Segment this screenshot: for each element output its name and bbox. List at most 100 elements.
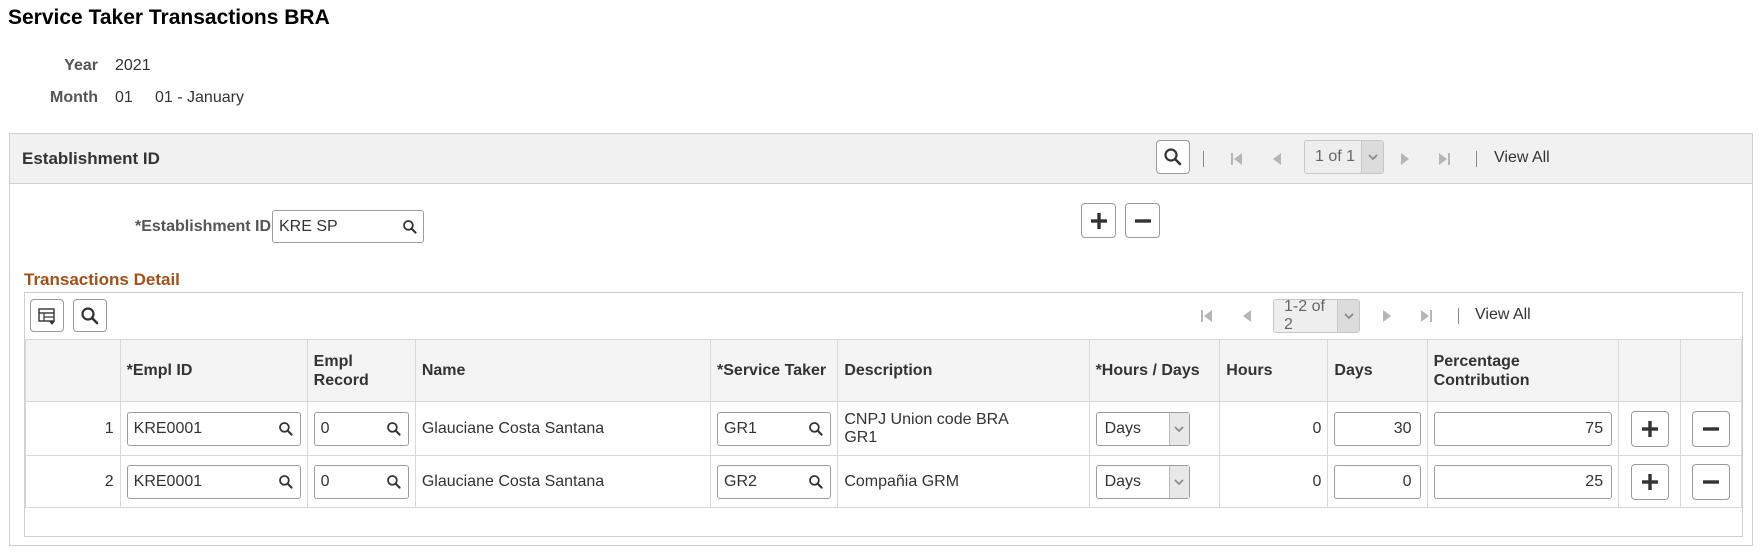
page-title: Service Taker Transactions BRA [8, 6, 330, 29]
row-number: 1 [25, 401, 121, 456]
month-label: Month [50, 89, 98, 106]
next-page-icon[interactable] [1394, 149, 1414, 169]
days-input[interactable] [1335, 412, 1420, 445]
separator [1203, 151, 1204, 167]
first-page-icon[interactable] [1197, 306, 1217, 326]
add-row-button[interactable] [1630, 463, 1669, 500]
grid-toolbar: 1-2 of 2 View All [25, 293, 1742, 339]
hours-days-select[interactable]: Days [1095, 464, 1190, 499]
add-row-button[interactable] [1630, 410, 1669, 447]
establishment-view-all-link[interactable]: View All [1494, 149, 1550, 167]
description-line-1: Compañia GRM [844, 472, 960, 490]
establishment-pager-select[interactable]: 1 of 1 [1304, 140, 1384, 174]
hours-days-value: Days [1104, 419, 1142, 437]
pager-text: 1-2 of 2 [1284, 298, 1325, 333]
description-cell: Compañia GRM [837, 455, 1090, 508]
chevron-down-icon [1337, 300, 1359, 332]
personalize-grid-button[interactable] [30, 299, 64, 332]
column-header-days[interactable]: Days [1327, 339, 1428, 402]
column-header-row-number [25, 339, 121, 402]
search-icon[interactable] [802, 421, 830, 437]
column-header-name[interactable]: Name [414, 339, 712, 402]
plus-icon [1640, 472, 1660, 492]
column-header-service-taker[interactable]: *Service Taker [710, 339, 839, 402]
chevron-down-icon [1168, 412, 1189, 445]
percentage-field[interactable] [1433, 411, 1613, 446]
empl-id-field[interactable] [126, 411, 301, 446]
chevron-down-icon [1361, 141, 1383, 173]
previous-page-icon[interactable] [1268, 149, 1288, 169]
search-icon[interactable] [272, 474, 300, 490]
hours-value: 0 [1219, 401, 1329, 456]
search-icon[interactable] [380, 421, 408, 437]
empl-id-field[interactable] [126, 464, 301, 499]
description-line-2: GR1 [844, 428, 878, 446]
search-icon[interactable] [272, 421, 300, 437]
table-header-row: *Empl ID Empl Record Name *Service Taker… [25, 339, 1742, 402]
transactions-pager-select[interactable]: 1-2 of 2 [1273, 298, 1360, 333]
column-header-description[interactable]: Description [837, 339, 1090, 402]
search-icon[interactable] [397, 219, 423, 235]
empl-record-input[interactable] [314, 465, 380, 498]
service-taker-field[interactable] [717, 411, 832, 446]
minus-icon [1701, 419, 1721, 439]
delete-row-button[interactable] [1692, 463, 1731, 500]
description-line-1: CNPJ Union code BRA [844, 410, 1009, 428]
service-taker-input[interactable] [718, 412, 803, 445]
column-header-empl-id[interactable]: *Empl ID [119, 339, 308, 402]
plus-icon [1640, 419, 1660, 439]
column-header-hours[interactable]: Hours [1219, 339, 1329, 402]
delete-establishment-button[interactable] [1125, 203, 1160, 238]
establishment-id-field[interactable] [272, 210, 424, 243]
grid-search-button[interactable] [73, 299, 107, 332]
delete-row-button[interactable] [1692, 410, 1731, 447]
hours-days-select[interactable]: Days [1095, 411, 1190, 446]
establishment-id-input[interactable] [273, 211, 397, 242]
row-number: 2 [25, 455, 121, 508]
transactions-view-all-link[interactable]: View All [1475, 306, 1531, 324]
service-taker-field[interactable] [717, 464, 832, 499]
pager-text: 1 of 1 [1315, 148, 1356, 165]
column-header-percentage[interactable]: Percentage Contribution [1426, 339, 1620, 402]
grid-personalize-icon [37, 306, 57, 326]
column-header-delete [1680, 339, 1742, 402]
establishment-group-title: Establishment ID [22, 149, 160, 168]
percentage-field[interactable] [1433, 464, 1613, 499]
month-value: 01 [115, 89, 133, 106]
plus-icon [1089, 211, 1109, 231]
empl-record-field[interactable] [313, 464, 409, 499]
previous-page-icon[interactable] [1238, 306, 1258, 326]
empl-record-field[interactable] [313, 411, 409, 446]
service-taker-input[interactable] [718, 465, 803, 498]
column-header-empl-record[interactable]: Empl Record [306, 339, 416, 402]
empl-record-input[interactable] [314, 412, 380, 445]
separator [1458, 308, 1459, 324]
search-icon[interactable] [380, 474, 408, 490]
empl-id-input[interactable] [127, 412, 272, 445]
employee-name: Glauciane Costa Santana [414, 401, 712, 456]
year-value: 2021 [115, 57, 151, 74]
hours-days-value: Days [1104, 472, 1142, 490]
description-cell: CNPJ Union code BRA GR1 [837, 401, 1090, 456]
minus-icon [1133, 211, 1153, 231]
establishment-search-button[interactable] [1156, 140, 1190, 174]
percentage-input[interactable] [1434, 412, 1612, 445]
add-establishment-button[interactable] [1081, 203, 1116, 238]
table-row: 1 Glauciane Costa Santana CNPJ Union cod… [25, 401, 1742, 456]
days-field[interactable] [1334, 464, 1421, 499]
days-input[interactable] [1335, 465, 1420, 498]
column-header-add [1618, 339, 1682, 402]
percentage-input[interactable] [1434, 465, 1612, 498]
year-label: Year [64, 57, 98, 74]
transactions-grid: 1-2 of 2 View All *Empl ID Empl Record N… [24, 292, 1743, 537]
table-row: 2 Glauciane Costa Santana Compañia GRM D… [25, 455, 1742, 508]
search-icon[interactable] [802, 474, 830, 490]
next-page-icon[interactable] [1376, 306, 1396, 326]
days-field[interactable] [1334, 411, 1421, 446]
separator [1476, 151, 1477, 167]
empl-id-input[interactable] [127, 465, 272, 498]
last-page-icon[interactable] [1416, 306, 1436, 326]
last-page-icon[interactable] [1434, 149, 1454, 169]
first-page-icon[interactable] [1227, 149, 1247, 169]
column-header-hours-days[interactable]: *Hours / Days [1088, 339, 1221, 402]
